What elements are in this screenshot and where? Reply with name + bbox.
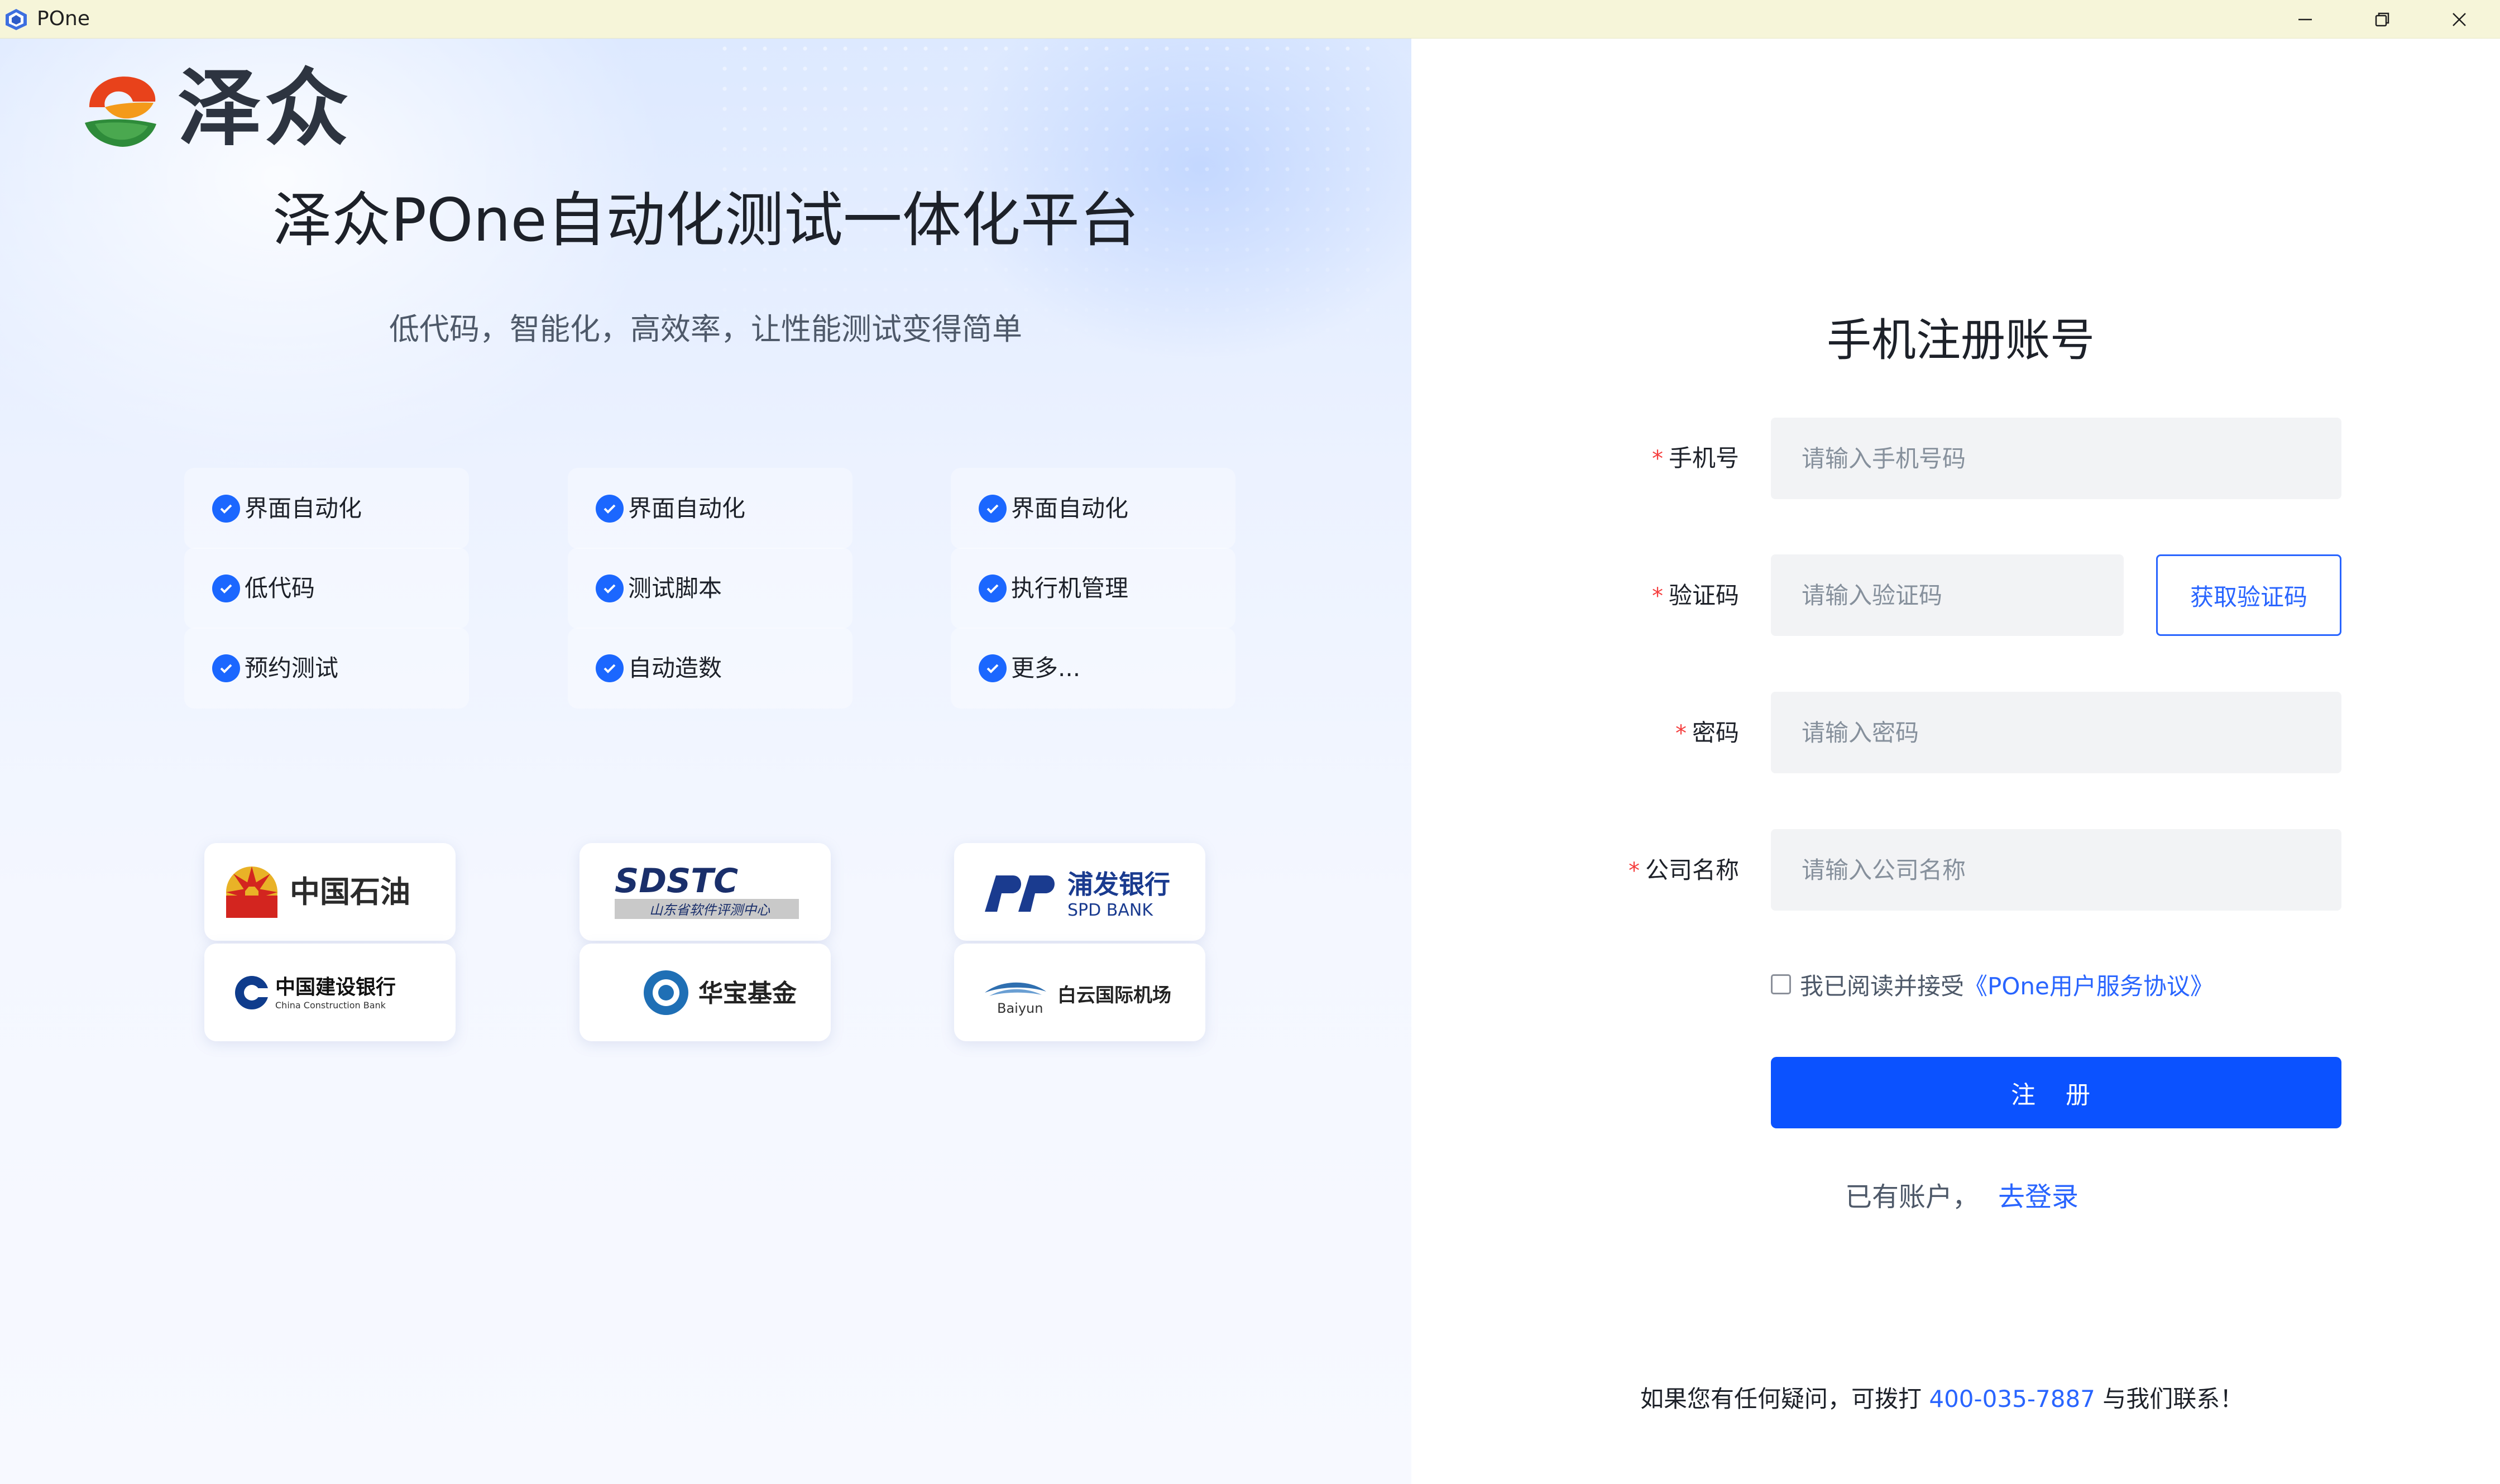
required-mark: * — [1651, 446, 1663, 472]
svg-text:Baiyun: Baiyun — [997, 1000, 1043, 1016]
svg-text:华宝基金: 华宝基金 — [698, 979, 797, 1008]
feature-label: 自动造数 — [628, 654, 722, 682]
feature-label: 预约测试 — [245, 654, 339, 682]
feature-label: 执行机管理 — [1011, 574, 1129, 602]
brand-name: 泽众 — [178, 60, 352, 157]
partner-logo-huabao: 华宝基金 — [579, 944, 831, 1041]
contact-phone[interactable]: 400-035-7887 — [1929, 1385, 2095, 1413]
agreement-row: 我已阅读并接受 《POne用户服务协议》 — [1771, 969, 2214, 1000]
feature-item: 预约测试 — [184, 628, 469, 709]
restore-icon — [2375, 12, 2389, 26]
svg-text:SPD BANK: SPD BANK — [1067, 901, 1153, 920]
check-icon — [212, 494, 240, 523]
close-button[interactable] — [2421, 0, 2498, 39]
form-title: 手机注册账号 — [1827, 314, 2095, 366]
phone-input[interactable] — [1771, 418, 2341, 499]
check-icon — [596, 494, 624, 523]
feature-label: 界面自动化 — [1011, 494, 1129, 522]
agreement-checkbox[interactable] — [1771, 974, 1791, 994]
svg-text:SDSTC: SDSTC — [615, 861, 738, 901]
login-row: 已有账户， 去登录 — [1845, 1179, 2078, 1215]
svg-text:中国石油: 中国石油 — [290, 874, 410, 909]
window-title: POne — [37, 7, 90, 30]
svg-text:China Construction Bank: China Construction Bank — [275, 1000, 386, 1011]
check-icon — [596, 574, 624, 602]
password-input[interactable] — [1771, 692, 2341, 773]
restore-button[interactable] — [2344, 0, 2421, 39]
svg-text:白云国际机场: 白云国际机场 — [1057, 984, 1171, 1007]
check-icon — [979, 654, 1007, 682]
close-icon — [2453, 12, 2466, 26]
partner-logo-sdstc: SDSTC 山东省软件评测中心 — [579, 843, 831, 941]
feature-item: 低代码 — [184, 548, 469, 629]
title-bar: POne — [0, 0, 2500, 39]
feature-label: 更多... — [1011, 654, 1081, 682]
check-icon — [212, 574, 240, 602]
register-button[interactable]: 注 册 — [1771, 1057, 2341, 1128]
brand-logo-icon — [78, 68, 162, 152]
code-input[interactable] — [1771, 554, 2124, 636]
feature-item: 执行机管理 — [951, 548, 1235, 629]
agreement-text: 我已阅读并接受 — [1800, 972, 1965, 1000]
feature-item: 自动造数 — [568, 628, 853, 709]
minimize-button[interactable] — [2267, 0, 2344, 39]
required-mark: * — [1675, 721, 1687, 746]
app-icon — [3, 8, 29, 31]
svg-text:中国建设银行: 中国建设银行 — [275, 976, 396, 999]
company-input[interactable] — [1771, 829, 2341, 911]
partner-logo-spdb: 浦发银行 SPD BANK — [954, 843, 1205, 941]
company-label: * 公司名称 — [1628, 856, 1739, 884]
feature-item: 更多... — [951, 628, 1235, 709]
feature-label: 测试脚本 — [628, 574, 722, 602]
contact-footer: 如果您有任何疑问，可拨打 400-035-7887 与我们联系！ — [1640, 1385, 2244, 1413]
required-mark: * — [1651, 583, 1663, 609]
feature-item: 界面自动化 — [568, 468, 853, 549]
minimize-icon — [2298, 18, 2312, 20]
check-icon — [979, 574, 1007, 602]
phone-label: * 手机号 — [1651, 444, 1739, 472]
feature-label: 界面自动化 — [628, 494, 746, 522]
check-icon — [212, 654, 240, 682]
code-label: * 验证码 — [1651, 582, 1739, 609]
feature-label: 低代码 — [245, 574, 315, 602]
check-icon — [596, 654, 624, 682]
feature-item: 测试脚本 — [568, 548, 853, 629]
hero-title: 泽众POne自动化测试一体化平台 — [272, 186, 1139, 255]
partner-logo-ccb: 中国建设银行 China Construction Bank — [204, 944, 456, 1041]
feature-item: 界面自动化 — [184, 468, 469, 549]
svg-text:浦发银行: 浦发银行 — [1067, 869, 1170, 899]
login-link[interactable]: 去登录 — [1998, 1181, 2078, 1213]
get-code-button[interactable]: 获取验证码 — [2156, 554, 2341, 636]
svg-text:山东省软件评测中心: 山东省软件评测中心 — [649, 902, 770, 918]
partner-logo-baiyun: Baiyun 白云国际机场 — [954, 944, 1205, 1041]
check-icon — [979, 494, 1007, 523]
login-prompt: 已有账户， — [1845, 1181, 1980, 1213]
password-label: * 密码 — [1675, 719, 1739, 746]
feature-item: 界面自动化 — [951, 468, 1235, 549]
hero-subtitle: 低代码，智能化，高效率，让性能测试变得简单 — [389, 312, 1022, 347]
partner-logo-petrochina: 中国石油 — [204, 843, 456, 941]
feature-label: 界面自动化 — [245, 494, 362, 522]
agreement-link[interactable]: 《POne用户服务协议》 — [1964, 968, 2214, 1002]
required-mark: * — [1628, 858, 1640, 884]
